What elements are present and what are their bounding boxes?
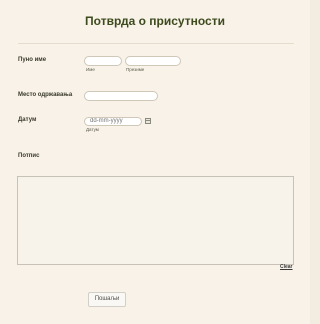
- title-divider: [18, 43, 294, 44]
- last-name-input[interactable]: [125, 56, 181, 66]
- date-sublabel: Датум: [86, 127, 99, 132]
- attendance-confirmation-form: Потврда о присутности Пуно име Име Прези…: [0, 0, 310, 324]
- date-input[interactable]: [84, 117, 142, 126]
- full-name-label: Пуно име: [18, 57, 47, 63]
- submit-button[interactable]: Пошаљи: [88, 292, 126, 307]
- first-name-sublabel: Име: [86, 67, 95, 72]
- calendar-icon[interactable]: [145, 118, 151, 124]
- signature-label: Потпис: [18, 153, 40, 159]
- residence-input[interactable]: [84, 91, 158, 101]
- page-title: Потврда о присутности: [85, 14, 225, 28]
- clear-signature-link[interactable]: Clear: [280, 264, 293, 270]
- first-name-input[interactable]: [84, 56, 122, 66]
- residence-label: Место одржавања: [18, 92, 73, 98]
- date-label: Датум: [18, 117, 37, 123]
- signature-pad[interactable]: [17, 176, 294, 265]
- last-name-sublabel: Презиме: [126, 67, 145, 72]
